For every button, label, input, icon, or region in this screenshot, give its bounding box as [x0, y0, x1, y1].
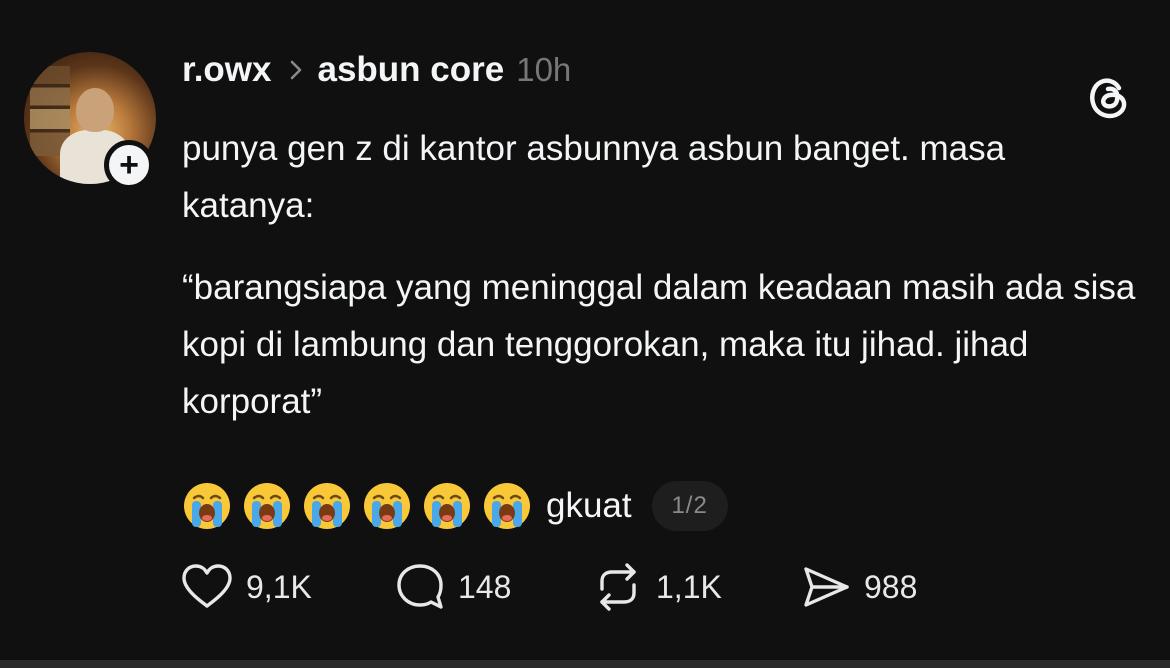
- thread-post: + r.owx asbun core 10h punya gen z di ka…: [0, 0, 1170, 668]
- threads-logo-icon[interactable]: [1084, 72, 1134, 122]
- post-actions: 9,1K 148 1,1K 988: [180, 560, 917, 614]
- share-button[interactable]: 988: [800, 561, 917, 613]
- loudly-crying-face-icon: [184, 483, 230, 529]
- community-name[interactable]: asbun core: [317, 50, 504, 90]
- reply-button[interactable]: 148: [394, 561, 592, 613]
- send-icon: [804, 567, 849, 607]
- repost-icon: [600, 563, 636, 611]
- avatar-person-head: [76, 88, 114, 132]
- loudly-crying-face-icon: [484, 483, 530, 529]
- repost-button[interactable]: 1,1K: [592, 561, 800, 613]
- loudly-crying-face-icon: [244, 483, 290, 529]
- emoji-line-text: gkuat: [546, 486, 632, 525]
- heart-icon: [182, 564, 232, 608]
- loudly-crying-face-icon: [304, 483, 350, 529]
- repost-count: 1,1K: [656, 568, 722, 605]
- follow-plus-icon[interactable]: +: [104, 140, 154, 190]
- reply-count: 148: [458, 568, 512, 605]
- like-button[interactable]: 9,1K: [180, 562, 394, 612]
- author-username[interactable]: r.owx: [182, 50, 271, 90]
- post-paragraph-2: “barangsiapa yang meninggal dalam keadaa…: [182, 268, 1136, 421]
- loudly-crying-face-icon: [424, 483, 470, 529]
- emoji-line: gkuat 1/2: [182, 478, 728, 534]
- like-count: 9,1K: [246, 568, 312, 605]
- share-count: 988: [864, 568, 918, 605]
- post-body: punya gen z di kantor asbunnya asbun ban…: [182, 120, 1142, 455]
- page-indicator: 1/2: [651, 481, 728, 531]
- comment-icon: [397, 564, 443, 609]
- loudly-crying-face-icon: [364, 483, 410, 529]
- post-header: r.owx asbun core 10h: [182, 48, 571, 92]
- divider: [0, 660, 1170, 668]
- post-time: 10h: [516, 51, 572, 88]
- chevron-right-icon: [289, 59, 303, 81]
- post-paragraph-1: punya gen z di kantor asbunnya asbun ban…: [182, 129, 1006, 225]
